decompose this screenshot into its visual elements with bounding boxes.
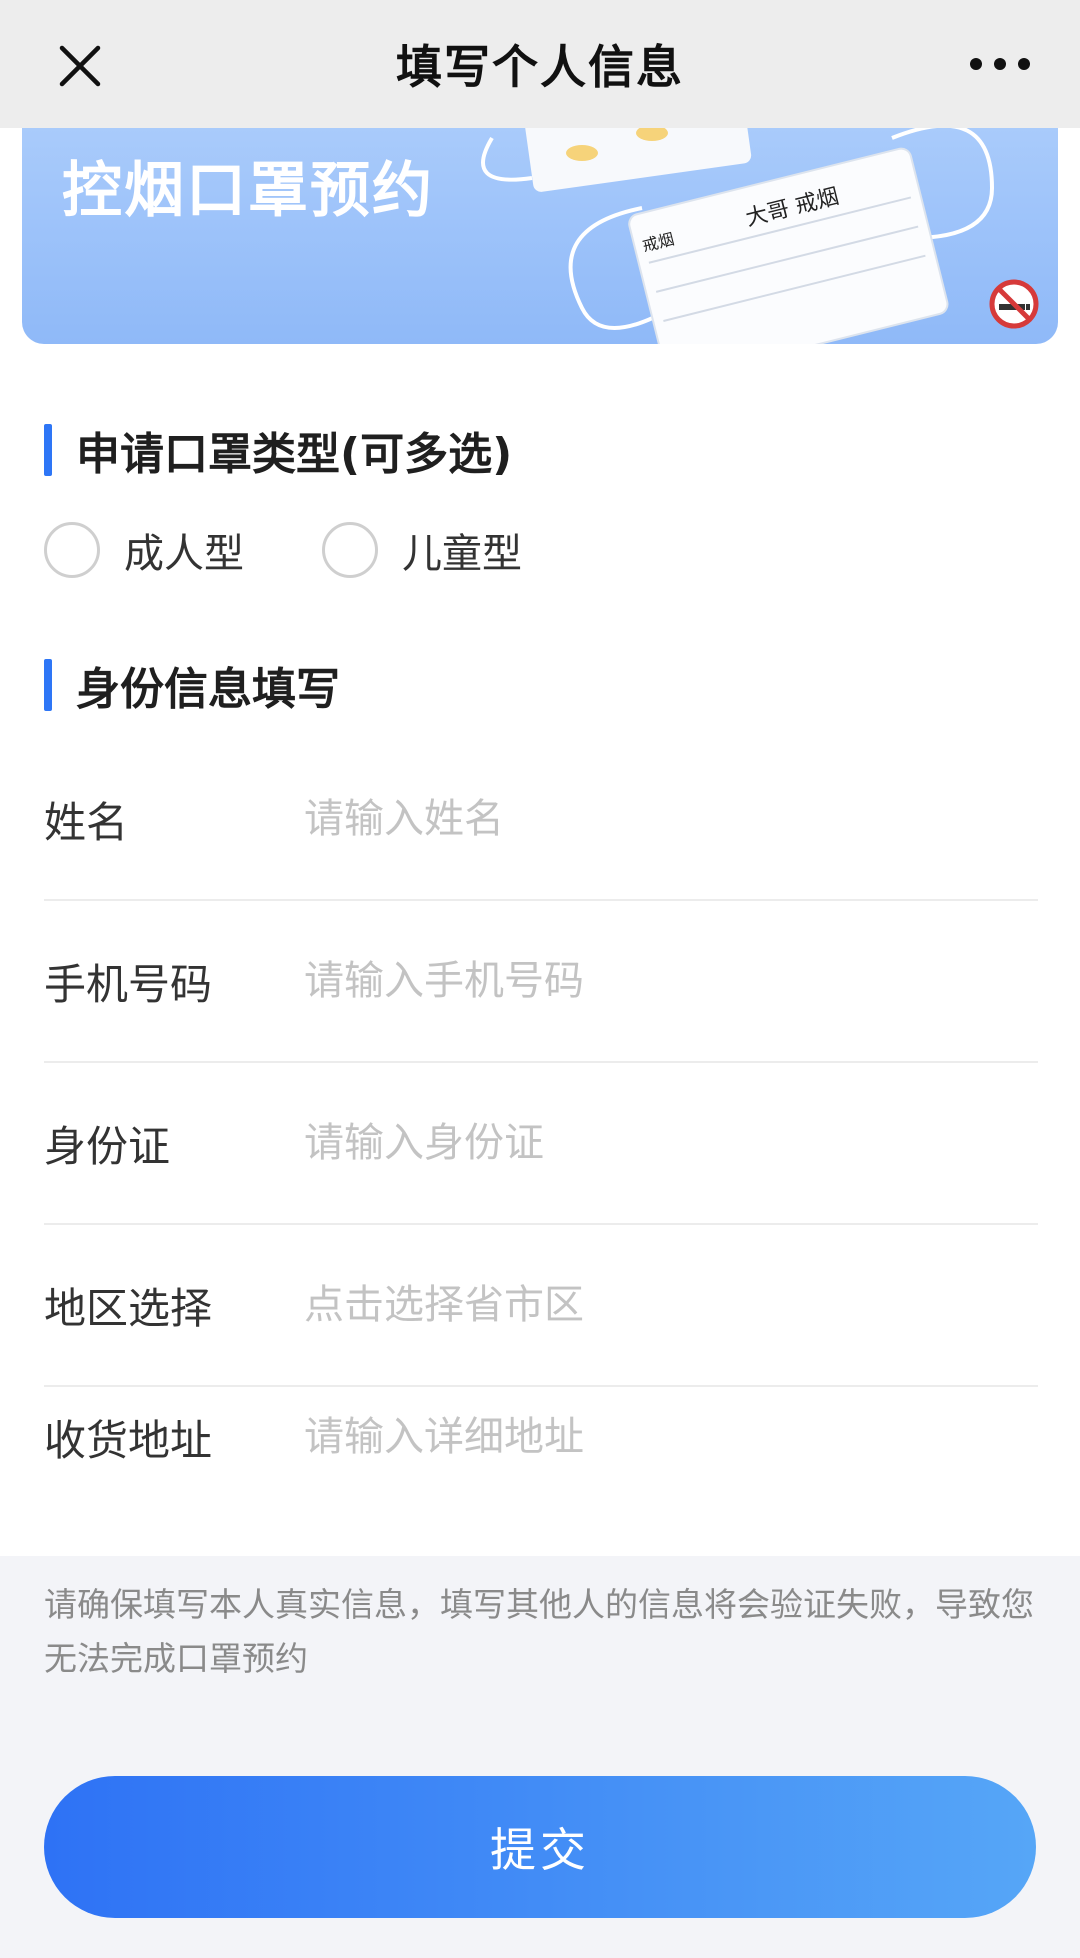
name-input[interactable] — [304, 779, 1038, 859]
name-field: 姓名 — [44, 739, 1038, 901]
banner-area: 控烟口罩预约 大哥 戒烟 戒烟 — [0, 128, 1080, 356]
section-accent-bar — [44, 424, 52, 476]
field-label: 收货地址 — [44, 1415, 213, 1465]
mask-type-section-title: 申请口罩类型(可多选) — [44, 418, 512, 482]
section-accent-bar — [44, 659, 52, 711]
mask-type-options: 成人型 儿童型 — [44, 521, 600, 579]
close-icon[interactable] — [52, 38, 108, 94]
field-label: 手机号码 — [44, 959, 213, 1009]
page-title: 填写个人信息 — [396, 40, 684, 94]
option-label: 成人型 — [124, 531, 244, 577]
top-bar: 填写个人信息 — [0, 0, 1080, 128]
form-card: 申请口罩类型(可多选) 成人型 儿童型 身份信息填写 姓名 手机号码 身份证 — [0, 356, 1080, 1556]
phone-field: 手机号码 — [44, 901, 1038, 1063]
identity-section-title: 身份信息填写 — [44, 653, 340, 717]
page: 填写个人信息 控烟口罩预约 大哥 戒烟 戒烟 申请口罩类型(可多选) 成人型 儿… — [0, 0, 1080, 1958]
id-card-field: 身份证 — [44, 1063, 1038, 1225]
checkbox-circle-icon[interactable] — [322, 522, 378, 578]
option-child[interactable]: 儿童型 — [322, 521, 522, 579]
field-label: 地区选择 — [44, 1283, 213, 1333]
no-smoking-icon — [989, 279, 1039, 329]
submit-button[interactable]: 提交 — [44, 1776, 1036, 1918]
more-icon[interactable] — [960, 44, 1040, 84]
option-label: 儿童型 — [402, 531, 522, 577]
field-label: 姓名 — [44, 797, 129, 847]
field-label: 身份证 — [44, 1121, 171, 1171]
section-title-text: 身份信息填写 — [76, 664, 340, 715]
region-field: 地区选择 — [44, 1225, 1038, 1387]
address-input[interactable] — [304, 1397, 1038, 1477]
address-field: 收货地址 — [44, 1387, 1038, 1487]
id-card-input[interactable] — [304, 1103, 1038, 1183]
region-picker[interactable] — [304, 1265, 1038, 1345]
checkbox-circle-icon[interactable] — [44, 522, 100, 578]
phone-input[interactable] — [304, 941, 1038, 1021]
mask-illustration: 大哥 戒烟 戒烟 — [481, 128, 995, 344]
banner: 控烟口罩预约 大哥 戒烟 戒烟 — [22, 128, 1058, 344]
option-adult[interactable]: 成人型 — [44, 521, 244, 579]
banner-title: 控烟口罩预约 — [62, 156, 434, 226]
notice-text: 请确保填写本人真实信息，填写其他人的信息将会验证失败，导致您无法完成口罩预约 — [44, 1585, 1034, 1678]
section-title-text: 申请口罩类型(可多选) — [76, 429, 513, 480]
